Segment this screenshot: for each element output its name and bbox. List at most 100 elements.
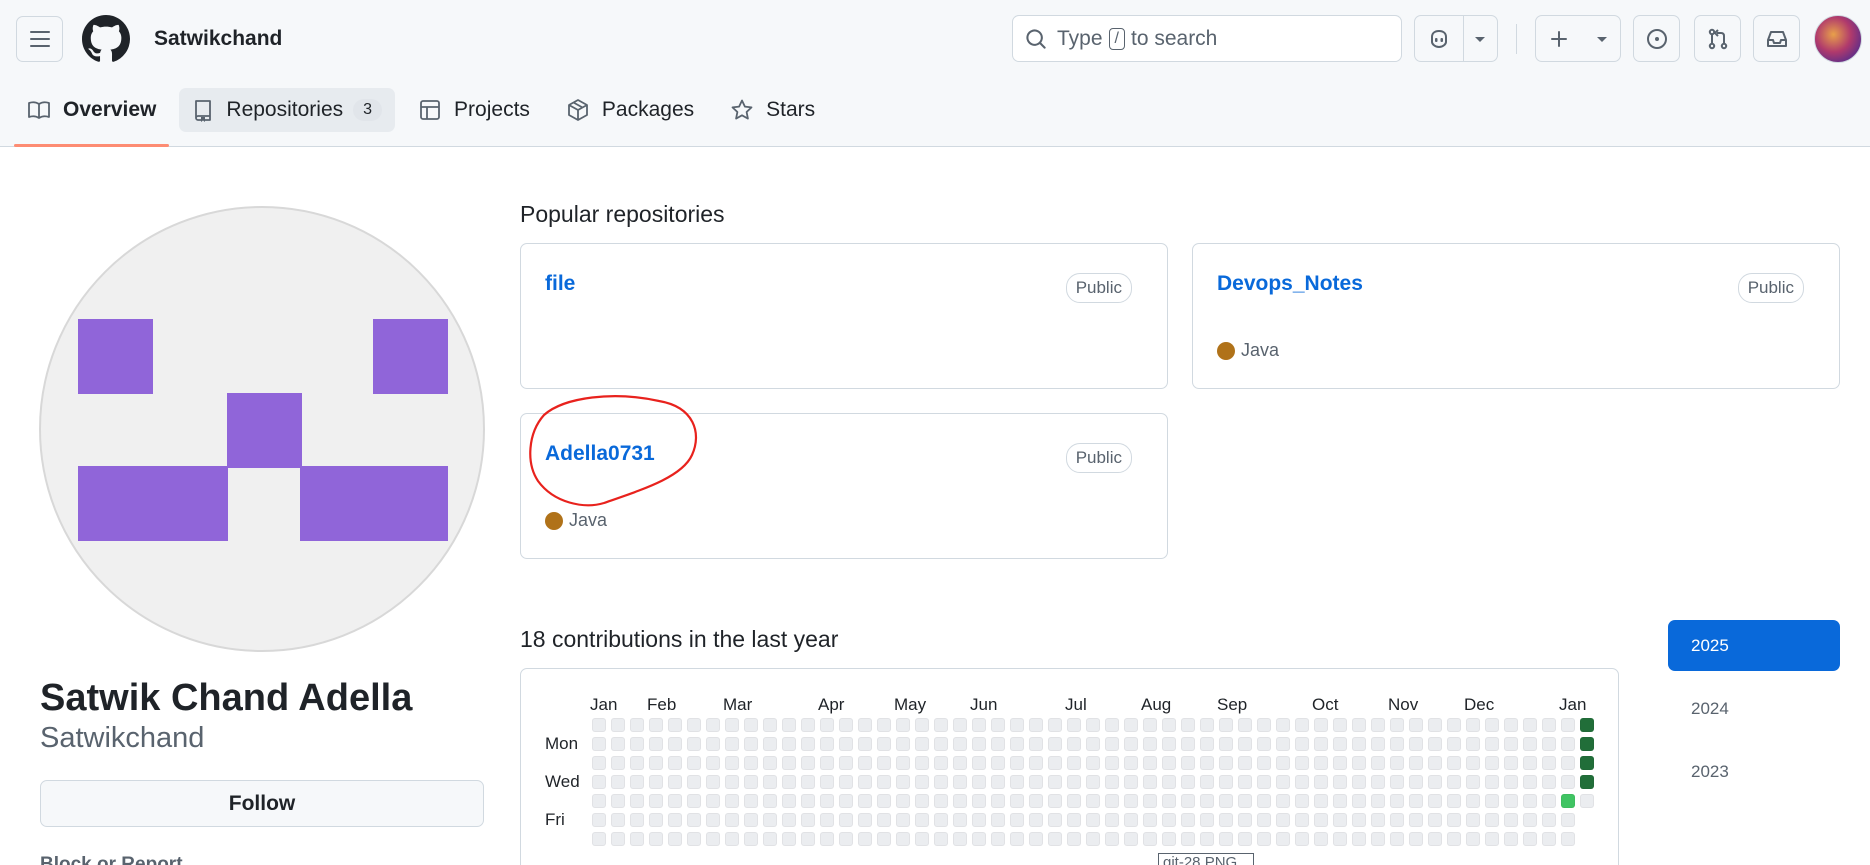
contribution-day[interactable] <box>1504 718 1518 732</box>
contribution-day[interactable] <box>953 775 967 789</box>
contribution-day[interactable] <box>858 737 872 751</box>
contribution-day[interactable] <box>858 775 872 789</box>
contribution-day[interactable] <box>1200 813 1214 827</box>
contribution-day[interactable] <box>1409 832 1423 846</box>
contribution-day[interactable] <box>877 718 891 732</box>
contribution-day[interactable] <box>1257 737 1271 751</box>
contribution-day[interactable] <box>1352 794 1366 808</box>
contribution-day[interactable] <box>1105 813 1119 827</box>
contribution-day[interactable] <box>1504 737 1518 751</box>
contribution-day[interactable] <box>1238 737 1252 751</box>
contribution-day[interactable] <box>915 794 929 808</box>
contribution-day[interactable] <box>649 832 663 846</box>
contribution-day[interactable] <box>1428 737 1442 751</box>
contribution-day[interactable] <box>782 775 796 789</box>
tab-projects[interactable]: Projects <box>405 88 543 132</box>
contribution-day[interactable] <box>972 813 986 827</box>
contribution-day[interactable] <box>1523 794 1537 808</box>
contribution-day[interactable] <box>1200 737 1214 751</box>
contribution-day[interactable] <box>896 794 910 808</box>
contribution-day[interactable] <box>744 794 758 808</box>
chevron-down-icon[interactable] <box>1473 34 1487 44</box>
contribution-day[interactable] <box>1048 756 1062 770</box>
contribution-day[interactable] <box>706 775 720 789</box>
contribution-day[interactable] <box>972 756 986 770</box>
contribution-day[interactable] <box>725 832 739 846</box>
contribution-day[interactable] <box>1333 737 1347 751</box>
contribution-day[interactable] <box>1238 756 1252 770</box>
contribution-day[interactable] <box>782 813 796 827</box>
contribution-day[interactable] <box>1485 775 1499 789</box>
year-link-2025[interactable]: 2025 <box>1668 620 1840 671</box>
contribution-day[interactable] <box>1124 756 1138 770</box>
contribution-day[interactable] <box>915 718 929 732</box>
contribution-day[interactable] <box>1523 756 1537 770</box>
contribution-day[interactable] <box>839 775 853 789</box>
contribution-day[interactable] <box>934 718 948 732</box>
contribution-day[interactable] <box>1257 718 1271 732</box>
contribution-day[interactable] <box>839 794 853 808</box>
contribution-day[interactable] <box>592 756 606 770</box>
contribution-day[interactable] <box>763 832 777 846</box>
contribution-day[interactable] <box>611 756 625 770</box>
contribution-day[interactable] <box>991 718 1005 732</box>
contribution-day[interactable] <box>1352 718 1366 732</box>
follow-button[interactable]: Follow <box>40 780 484 827</box>
contribution-day[interactable] <box>1409 775 1423 789</box>
block-or-report-link[interactable]: Block or Report <box>40 854 183 865</box>
contribution-day[interactable] <box>1257 794 1271 808</box>
contribution-day[interactable] <box>1067 794 1081 808</box>
contribution-day[interactable] <box>896 775 910 789</box>
contribution-day[interactable] <box>706 813 720 827</box>
contribution-day[interactable] <box>1371 718 1385 732</box>
contribution-day[interactable] <box>668 737 682 751</box>
contribution-day[interactable] <box>1010 813 1024 827</box>
contribution-day[interactable] <box>1542 775 1556 789</box>
contribution-day[interactable] <box>725 737 739 751</box>
contribution-day[interactable] <box>1105 737 1119 751</box>
contribution-day[interactable] <box>1314 756 1328 770</box>
contribution-day[interactable] <box>687 813 701 827</box>
contribution-day[interactable] <box>1390 756 1404 770</box>
contribution-day[interactable] <box>668 794 682 808</box>
contribution-day[interactable] <box>1276 832 1290 846</box>
contribution-day[interactable] <box>1542 832 1556 846</box>
header-username[interactable]: Satwikchand <box>154 27 282 51</box>
contribution-day[interactable] <box>1295 794 1309 808</box>
contribution-day[interactable] <box>801 832 815 846</box>
contribution-day[interactable] <box>1504 775 1518 789</box>
contribution-day[interactable] <box>1390 794 1404 808</box>
user-avatar[interactable] <box>1814 15 1862 63</box>
contribution-day[interactable] <box>1200 794 1214 808</box>
contribution-day[interactable] <box>1580 775 1594 789</box>
contribution-day[interactable] <box>630 832 644 846</box>
contribution-day[interactable] <box>725 775 739 789</box>
search-input[interactable]: Type / to search <box>1012 15 1402 62</box>
tab-repositories[interactable]: Repositories 3 <box>179 88 396 132</box>
contribution-day[interactable] <box>1257 813 1271 827</box>
contribution-day[interactable] <box>1238 775 1252 789</box>
contribution-day[interactable] <box>953 756 967 770</box>
contribution-day[interactable] <box>972 718 986 732</box>
contribution-day[interactable] <box>725 718 739 732</box>
contribution-day[interactable] <box>1067 813 1081 827</box>
contribution-day[interactable] <box>1010 775 1024 789</box>
contribution-day[interactable] <box>744 775 758 789</box>
contribution-day[interactable] <box>611 718 625 732</box>
contribution-day[interactable] <box>991 775 1005 789</box>
contribution-day[interactable] <box>1086 756 1100 770</box>
contribution-day[interactable] <box>1523 718 1537 732</box>
contribution-day[interactable] <box>1105 832 1119 846</box>
contribution-day[interactable] <box>1428 775 1442 789</box>
contribution-day[interactable] <box>706 756 720 770</box>
contribution-day[interactable] <box>687 832 701 846</box>
contribution-day[interactable] <box>820 737 834 751</box>
contribution-day[interactable] <box>1466 813 1480 827</box>
contribution-day[interactable] <box>1485 832 1499 846</box>
contribution-day[interactable] <box>1181 756 1195 770</box>
contribution-day[interactable] <box>1276 756 1290 770</box>
contribution-day[interactable] <box>592 737 606 751</box>
contribution-day[interactable] <box>763 756 777 770</box>
contribution-day[interactable] <box>991 794 1005 808</box>
contribution-day[interactable] <box>1504 813 1518 827</box>
